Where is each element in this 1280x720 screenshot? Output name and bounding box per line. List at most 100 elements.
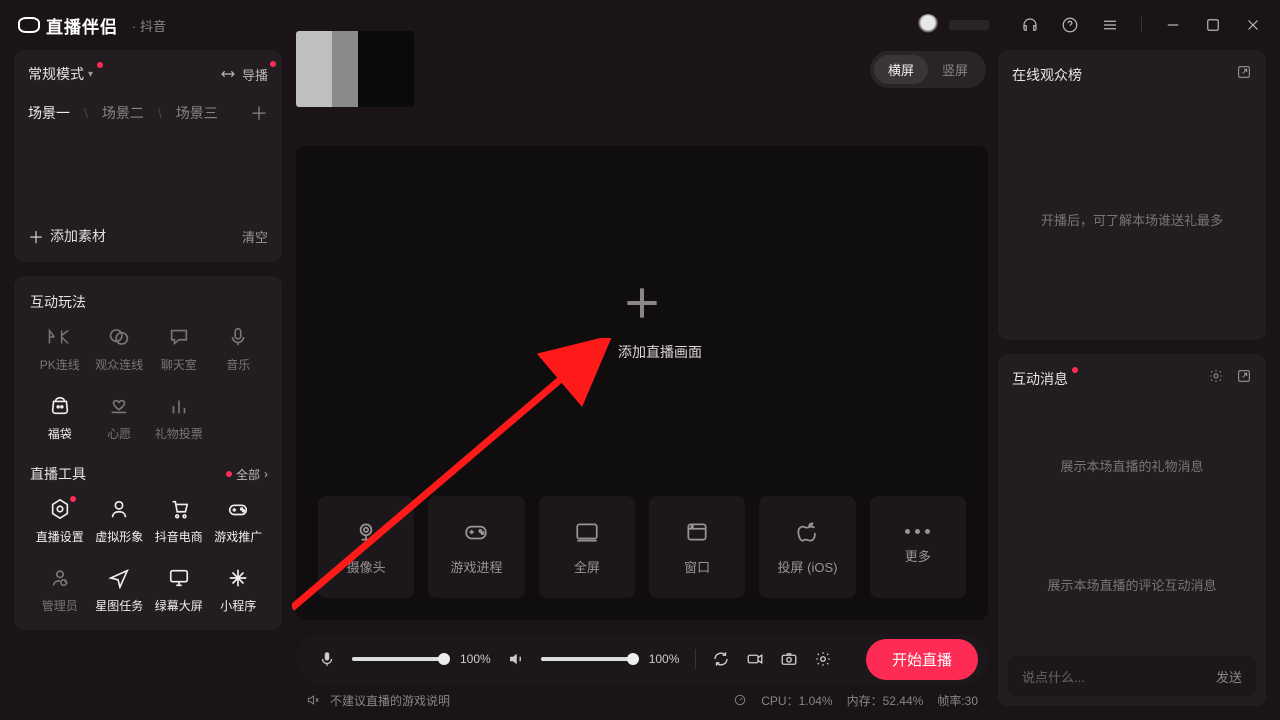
music-item[interactable]: 音乐 (209, 326, 269, 373)
account-name (949, 20, 989, 30)
tools-title: 直播工具 (30, 464, 86, 484)
source-fullscreen[interactable]: 全屏 (539, 496, 635, 598)
chat-input-row: 说点什么... 发送 (998, 646, 1266, 706)
message-panel: 互动消息 展示本场直播的礼物消息 展示本场直播的评论互动消息 说点什么... 发… (998, 354, 1266, 706)
preview-area: 添加直播画面 摄像头 游戏进程 全屏 窗口 投屏 (iOS) 更多 (296, 146, 988, 620)
greenscreen-item[interactable]: 绿幕大屏 (149, 567, 209, 614)
message-title: 互动消息 (1012, 369, 1068, 389)
app-name: 直播伴侣 (46, 13, 118, 38)
scene-tab[interactable]: 场景一 (28, 103, 70, 123)
source-game[interactable]: 游戏进程 (428, 496, 524, 598)
guide-label: 导播 (242, 65, 268, 84)
avatar-icon (106, 498, 132, 520)
notification-dot-icon (70, 496, 76, 502)
scenes-panel: 常规模式 ▾ 导播 场景一 \ 场景二 \ 场景三 ＋ (14, 50, 282, 262)
dashboard-icon (733, 693, 747, 707)
orientation-v[interactable]: 竖屏 (928, 55, 982, 84)
guide-button[interactable]: 导播 (220, 65, 268, 84)
add-source-label: 添加素材 (50, 226, 106, 246)
chart-icon (166, 395, 192, 417)
minimize-icon[interactable] (1164, 16, 1182, 34)
mic-icon[interactable] (318, 650, 336, 668)
source-camera[interactable]: 摄像头 (318, 496, 414, 598)
mode-label: 常规模式 (28, 64, 84, 84)
monitor-icon (166, 567, 192, 589)
pk-link-item[interactable]: PK连线 (30, 326, 90, 373)
logo-mark-icon (18, 17, 40, 33)
status-bar: 不建议直播的游戏说明 CPU：1.04% 内存：52.44% 帧率:30 (296, 684, 988, 716)
avatar-icon (917, 14, 939, 36)
audience-panel: 在线观众榜 开播后，可了解本场谁送礼最多 (998, 50, 1266, 340)
headset-icon[interactable] (1021, 16, 1039, 34)
audience-title: 在线观众榜 (1012, 65, 1082, 85)
mode-dropdown[interactable]: 常规模式 ▾ (28, 64, 93, 84)
status-hint[interactable]: 不建议直播的游戏说明 (330, 692, 450, 709)
camera-icon[interactable] (780, 650, 798, 668)
popout-icon[interactable] (1236, 64, 1252, 85)
status-mem: 内存：52.44% (847, 692, 924, 709)
avatar-item[interactable]: 虚拟形象 (90, 498, 150, 545)
gamepad-icon (225, 498, 251, 520)
miniapp-item[interactable]: 小程序 (209, 567, 269, 614)
lucky-bag-item[interactable]: 福袋 (30, 395, 90, 442)
chatroom-item[interactable]: 聊天室 (149, 326, 209, 373)
star-task-item[interactable]: 星图任务 (90, 567, 150, 614)
add-scene-button[interactable]: ＋ (250, 100, 268, 126)
add-scene-label: 添加直播画面 (618, 342, 702, 362)
gear-icon[interactable] (1208, 368, 1224, 389)
add-source-button[interactable]: ＋ 添加素材 (28, 224, 106, 248)
scene-tab[interactable]: 场景三 (176, 103, 218, 123)
pk-icon (47, 326, 73, 348)
admin-icon (47, 567, 73, 589)
maximize-icon[interactable] (1204, 16, 1222, 34)
admin-item[interactable]: 管理员 (30, 567, 90, 614)
notification-dot-icon (1072, 367, 1078, 373)
scene-thumbnail[interactable] (296, 31, 414, 107)
plus-icon: ＋ (28, 224, 44, 248)
help-icon[interactable] (1061, 16, 1079, 34)
audience-link-item[interactable]: 观众连线 (90, 326, 150, 373)
start-stream-button[interactable]: 开始直播 (866, 639, 978, 680)
gift-hint: 展示本场直播的礼物消息 (1060, 456, 1203, 475)
gift-vote-item[interactable]: 礼物投票 (149, 395, 209, 442)
close-icon[interactable] (1244, 16, 1262, 34)
source-window[interactable]: 窗口 (649, 496, 745, 598)
volume-slider[interactable] (541, 657, 633, 661)
mic-slider[interactable] (352, 657, 444, 661)
source-ios[interactable]: 投屏 (iOS) (759, 496, 855, 598)
caret-down-icon: ▾ (88, 69, 93, 80)
titlebar: 直播伴侣 · 抖音 (0, 0, 1280, 50)
status-fps: 帧率:30 (937, 692, 978, 709)
ecommerce-item[interactable]: 抖音电商 (149, 498, 209, 545)
refresh-icon[interactable] (712, 650, 730, 668)
stream-settings-item[interactable]: 直播设置 (30, 498, 90, 545)
chat-input[interactable]: 说点什么... (1022, 667, 1085, 686)
settings-icon[interactable] (814, 650, 832, 668)
link-icon (106, 326, 132, 348)
app-logo: 直播伴侣 · 抖音 (18, 13, 166, 38)
wish-item[interactable]: 心愿 (90, 395, 150, 442)
menu-icon[interactable] (1101, 16, 1119, 34)
interaction-title: 互动玩法 (30, 292, 268, 312)
clear-button[interactable]: 清空 (242, 227, 268, 246)
popout-icon[interactable] (1236, 368, 1252, 389)
bag-icon (47, 395, 73, 417)
notification-dot-icon (226, 471, 232, 477)
game-promo-item[interactable]: 游戏推广 (209, 498, 269, 545)
interaction-panel: 互动玩法 PK连线 观众连线 聊天室 音乐 福袋 心愿 礼物投票 直播工具 全部… (14, 276, 282, 630)
volume-value: 100% (649, 652, 680, 666)
add-scene-plus-icon[interactable] (620, 281, 664, 330)
record-icon[interactable] (746, 650, 764, 668)
more-icon (905, 529, 930, 534)
speaker-icon[interactable] (507, 650, 525, 668)
tools-all-button[interactable]: 全部 › (226, 466, 268, 483)
send-button[interactable]: 发送 (1216, 667, 1242, 686)
account-area[interactable] (917, 14, 989, 36)
control-bar: 100% 100% 开始直播 (296, 634, 988, 684)
scene-tab[interactable]: 场景二 (102, 103, 144, 123)
mic-value: 100% (460, 652, 491, 666)
orientation-h[interactable]: 横屏 (874, 55, 928, 84)
comment-hint: 展示本场直播的评论互动消息 (1047, 575, 1216, 594)
scene-tabs: 场景一 \ 场景二 \ 场景三 ＋ (28, 100, 268, 126)
source-more[interactable]: 更多 (870, 496, 966, 598)
